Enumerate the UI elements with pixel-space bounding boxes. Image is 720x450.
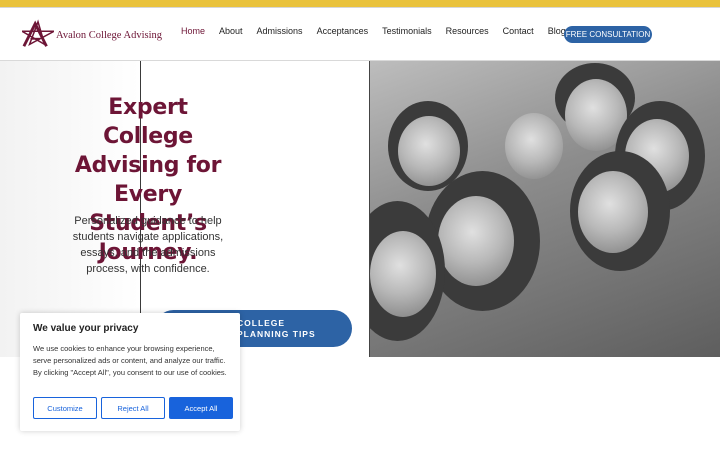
free-consultation-button[interactable]: FREE CONSULTATION — [564, 26, 652, 43]
nav-acceptances[interactable]: Acceptances — [317, 26, 369, 36]
nav-admissions[interactable]: Admissions — [257, 26, 303, 36]
cookie-actions: Customize Reject All Accept All — [33, 397, 237, 419]
photo-face — [578, 171, 648, 253]
cookie-customize-button[interactable]: Customize — [33, 397, 97, 419]
logo-a-star-icon — [22, 19, 55, 47]
cookie-title: We value your privacy — [33, 323, 139, 334]
hero-subtitle: Personalized guidance to help students n… — [72, 215, 224, 275]
cookie-reject-button[interactable]: Reject All — [101, 397, 165, 419]
site-logo[interactable]: Avalon College Advising — [22, 18, 162, 52]
cookie-consent-banner: We value your privacy We use cookies to … — [20, 313, 240, 431]
cookie-accept-button[interactable]: Accept All — [169, 397, 233, 419]
hero-section: Expert College Advising for Every Studen… — [0, 60, 720, 357]
students-group-photo — [369, 61, 720, 357]
photo-face — [505, 113, 563, 179]
top-accent-bar — [0, 0, 720, 7]
photo-face — [370, 231, 436, 317]
main-nav: Home About Admissions Acceptances Testim… — [181, 26, 580, 36]
nav-resources[interactable]: Resources — [446, 26, 489, 36]
nav-about[interactable]: About — [219, 26, 243, 36]
nav-contact[interactable]: Contact — [503, 26, 534, 36]
nav-home[interactable]: Home — [181, 26, 205, 36]
site-header: Avalon College Advising Home About Admis… — [0, 8, 720, 60]
cookie-text: We use cookies to enhance your browsing … — [33, 344, 227, 377]
nav-blog[interactable]: Blog — [548, 26, 566, 36]
brand-name: Avalon College Advising — [56, 29, 162, 41]
photo-face — [438, 196, 514, 286]
photo-face — [398, 116, 460, 186]
nav-testimonials[interactable]: Testimonials — [382, 26, 432, 36]
